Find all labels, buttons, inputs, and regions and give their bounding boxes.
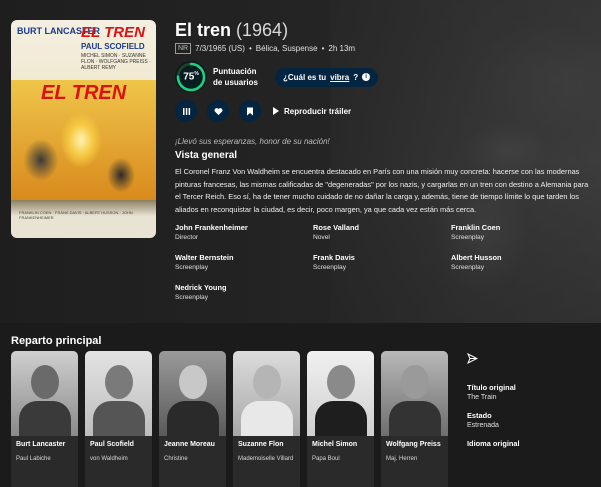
cast-card[interactable]: Jeanne Moreau Christine	[159, 351, 226, 487]
crew-job: Director	[175, 234, 199, 241]
user-score-chart[interactable]: 75%	[175, 61, 207, 93]
poster-big-title: EL TREN	[41, 82, 127, 104]
trailer-label: Reproducir tráiler	[284, 106, 352, 116]
cast-name[interactable]: Jeanne Moreau	[164, 441, 215, 448]
crew-name[interactable]: John Frankenheimer	[175, 223, 313, 233]
score-label: Puntuación de usuarios	[213, 67, 258, 87]
crew-job: Novel	[313, 234, 330, 241]
cast-role: von Waldheim	[90, 456, 128, 462]
cast-photo	[233, 351, 300, 436]
cast-scroller[interactable]: Burt Lancaster Paul Labiche Paul Scofiel…	[11, 351, 448, 487]
vibe-suffix: ?	[353, 72, 359, 82]
cast-heading: Reparto principal	[11, 335, 102, 347]
release-date: 7/3/1965 (US)	[195, 44, 245, 53]
crew-member: Nedrick Young Screenplay	[175, 283, 313, 303]
bookmark-icon	[247, 107, 253, 115]
status-value: Estrenada	[467, 422, 499, 429]
crew-name[interactable]: Rose Valland	[313, 223, 451, 233]
tagline: ¡Llevó sus esperanzas, honor de su nació…	[175, 137, 330, 146]
poster-title: EL TREN	[81, 24, 145, 41]
crew-name[interactable]: Albert Husson	[451, 253, 589, 263]
cast-photo	[159, 351, 226, 436]
poster-costar: PAUL SCOFIELD	[81, 42, 145, 51]
crew-name[interactable]: Nedrick Young	[175, 283, 313, 293]
action-bar: Reproducir tráiler	[175, 100, 351, 122]
cast-role: Mademoiselle Villard	[238, 456, 294, 462]
poster-credits: FRANKLIN COEN · FRANK DAVIS · ALBERT HUS…	[19, 210, 133, 220]
overview-heading: Vista general	[175, 150, 238, 161]
score-unit: %	[194, 71, 199, 78]
cast-name[interactable]: Suzanne Flon	[238, 441, 284, 448]
crew-list: John Frankenheimer Director Rose Valland…	[175, 223, 595, 303]
crew-member: Rose Valland Novel	[313, 223, 451, 243]
cast-name[interactable]: Paul Scofield	[90, 441, 134, 448]
crew-job: Screenplay	[451, 234, 484, 241]
cast-name[interactable]: Wolfgang Preiss	[386, 441, 441, 448]
movie-poster[interactable]: BURT LANCASTER EL TREN PAUL SCOFIELD MIC…	[11, 20, 156, 238]
cast-role: Papa Boul	[312, 456, 340, 462]
heart-icon	[214, 107, 222, 115]
score-value: 75%	[183, 71, 199, 82]
status-label: Estado	[467, 411, 492, 420]
facts-sidebar: Título original The Train Estado Estrena…	[466, 352, 597, 449]
cast-photo	[381, 351, 448, 436]
movie-details: El tren (1964) NR 7/3/1965 (US) • Bélica…	[175, 20, 595, 54]
cast-role: Christine	[164, 456, 188, 462]
crew-name[interactable]: Frank Davis	[313, 253, 451, 263]
crew-member: Franklin Coen Screenplay	[451, 223, 589, 243]
vibe-prefix: ¿Cuál es tu	[283, 72, 327, 82]
meta-separator: •	[321, 44, 325, 53]
original-language-label: Idioma original	[467, 439, 520, 448]
hero-section: BURT LANCASTER EL TREN PAUL SCOFIELD MIC…	[0, 0, 601, 323]
crew-member: John Frankenheimer Director	[175, 223, 313, 243]
genres[interactable]: Bélica, Suspense	[256, 44, 318, 53]
cast-card[interactable]: Burt Lancaster Paul Labiche	[11, 351, 78, 487]
crew-job: Screenplay	[451, 264, 484, 271]
crew-job: Screenplay	[175, 264, 208, 271]
meta-separator: •	[248, 44, 252, 53]
crew-member: Frank Davis Screenplay	[313, 253, 451, 273]
crew-member: Walter Bernstein Screenplay	[175, 253, 313, 273]
movie-title[interactable]: El tren	[175, 20, 231, 40]
poster-cast: MICHEL SIMON · SUZANNE FLON · WOLFGANG P…	[81, 53, 151, 71]
certification-badge: NR	[175, 43, 192, 54]
crew-name[interactable]: Walter Bernstein	[175, 253, 313, 263]
share-icon	[466, 352, 479, 365]
cast-name[interactable]: Burt Lancaster	[16, 441, 65, 448]
share-icon[interactable]	[466, 352, 597, 367]
cast-photo	[85, 351, 152, 436]
favorite-button[interactable]	[207, 100, 229, 122]
cast-role: Maj. Herren	[386, 456, 418, 462]
movie-meta: NR 7/3/1965 (US) • Bélica, Suspense • 2h…	[175, 43, 595, 54]
watchlist-button[interactable]	[239, 100, 261, 122]
play-trailer-button[interactable]: Reproducir tráiler	[273, 107, 351, 116]
score-row: 75% Puntuación de usuarios ¿Cuál es tu v…	[175, 61, 379, 93]
runtime: 2h 13m	[328, 44, 356, 53]
movie-year: (1964)	[236, 20, 289, 40]
cast-role: Paul Labiche	[16, 456, 51, 462]
cast-card[interactable]: Suzanne Flon Mademoiselle Villard	[233, 351, 300, 487]
score-number: 75	[183, 71, 195, 83]
cast-photo	[11, 351, 78, 436]
list-icon	[182, 107, 190, 115]
info-icon[interactable]: i	[362, 73, 371, 81]
original-title-label: Título original	[467, 383, 516, 392]
cast-name[interactable]: Michel Simon	[312, 441, 357, 448]
cast-photo	[307, 351, 374, 436]
play-icon	[273, 107, 279, 115]
crew-job: Screenplay	[175, 294, 208, 301]
crew-name[interactable]: Franklin Coen	[451, 223, 589, 233]
crew-member: Albert Husson Screenplay	[451, 253, 589, 273]
movie-title-row: El tren (1964)	[175, 20, 595, 40]
add-to-list-button[interactable]	[175, 100, 197, 122]
vibe-button[interactable]: ¿Cuál es tu vibra? i	[275, 67, 379, 87]
overview-text: El Coronel Franz Von Waldheim se encuent…	[175, 167, 589, 214]
cast-section: Reparto principal Burt Lancaster Paul La…	[0, 323, 601, 487]
cast-card[interactable]: Wolfgang Preiss Maj. Herren	[381, 351, 448, 487]
original-title-value: The Train	[467, 394, 497, 401]
cast-card[interactable]: Michel Simon Papa Boul	[307, 351, 374, 487]
crew-job: Screenplay	[313, 264, 346, 271]
cast-card[interactable]: Paul Scofield von Waldheim	[85, 351, 152, 487]
vibe-link[interactable]: vibra	[330, 73, 349, 82]
